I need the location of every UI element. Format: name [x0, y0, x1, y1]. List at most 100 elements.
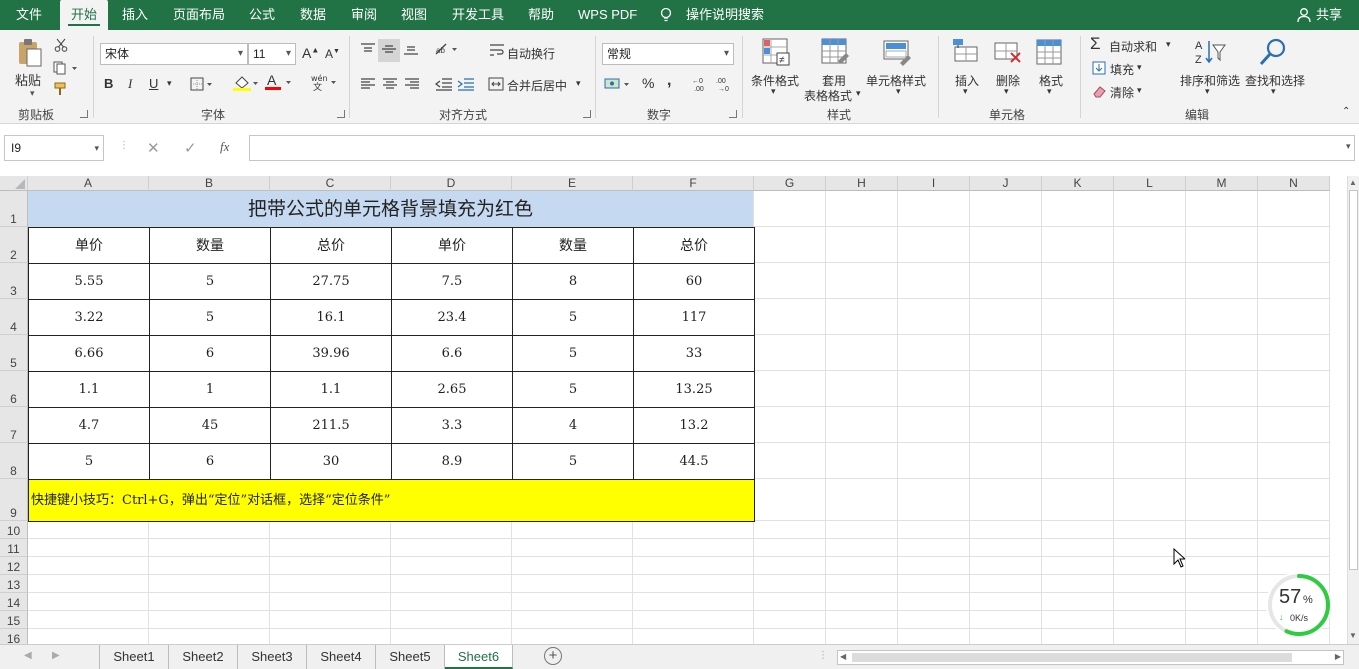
grid-cell[interactable] [826, 227, 898, 263]
table-cell[interactable]: 13.2 [633, 407, 755, 444]
table-cell[interactable]: 44.5 [633, 443, 755, 480]
underline-dropdown-icon[interactable]: ▾ [167, 78, 172, 89]
grid-cell[interactable] [898, 629, 970, 644]
grid-cell[interactable] [512, 539, 633, 557]
grid-cell[interactable] [898, 407, 970, 443]
grid-cell[interactable] [1258, 479, 1330, 521]
grid-cell[interactable] [754, 371, 826, 407]
format-dropdown-icon[interactable]: ▾ [1047, 86, 1052, 97]
menu-insert[interactable]: 插入 [122, 0, 148, 30]
tell-me-search[interactable]: 操作说明搜索 [686, 0, 764, 30]
grid-cell[interactable] [826, 263, 898, 299]
grid-cell[interactable] [754, 335, 826, 371]
row-header[interactable]: 3 [0, 263, 28, 299]
grid-cell[interactable] [826, 191, 898, 227]
grid-cell[interactable] [970, 407, 1042, 443]
merge-center-icon[interactable] [488, 77, 504, 94]
table-cell[interactable]: 39.96 [270, 335, 392, 372]
cond-format-dropdown-icon[interactable]: ▾ [771, 86, 776, 97]
grid-cell[interactable] [1186, 299, 1258, 335]
cell-styles-icon[interactable] [882, 37, 912, 70]
grid-cell[interactable] [1114, 479, 1186, 521]
column-header[interactable]: B [149, 176, 270, 191]
scroll-down-icon[interactable]: ▼ [1349, 631, 1357, 640]
table-cell[interactable]: 3.3 [391, 407, 513, 444]
align-top-icon[interactable] [360, 42, 376, 59]
clear-icon[interactable] [1092, 84, 1106, 101]
grid-cell[interactable] [1114, 629, 1186, 644]
format-as-table-dropdown-icon[interactable]: ▾ [856, 88, 861, 99]
grid-cell[interactable] [1042, 479, 1114, 521]
row-header[interactable]: 1 [0, 191, 28, 227]
grid-cell[interactable] [28, 593, 149, 611]
table-cell[interactable]: 6 [149, 335, 271, 372]
grid-cell[interactable] [898, 593, 970, 611]
grid-cell[interactable] [391, 575, 512, 593]
grid-cell[interactable] [970, 575, 1042, 593]
copy-icon[interactable] [53, 61, 77, 78]
grid-cell[interactable] [1258, 227, 1330, 263]
grid-cell[interactable] [754, 479, 826, 521]
grid-cell[interactable] [633, 629, 754, 644]
grid-cell[interactable] [1186, 521, 1258, 539]
grid-cell[interactable] [149, 593, 270, 611]
column-header[interactable]: M [1186, 176, 1258, 191]
collapse-ribbon-icon[interactable]: ⌃ [1342, 106, 1350, 117]
grid-cell[interactable] [826, 521, 898, 539]
table-cell[interactable]: 211.5 [270, 407, 392, 444]
grid-cell[interactable] [512, 521, 633, 539]
grid-cell[interactable] [898, 263, 970, 299]
cancel-icon[interactable]: ✕ [147, 139, 160, 157]
wrap-text-icon[interactable] [489, 43, 505, 60]
grid-cell[interactable] [1114, 593, 1186, 611]
grid-cell[interactable] [898, 611, 970, 629]
grid-cell[interactable] [633, 557, 754, 575]
grid-cell[interactable] [391, 539, 512, 557]
table-cell[interactable]: 5 [28, 443, 150, 480]
grid-cell[interactable] [898, 443, 970, 479]
grid-cell[interactable] [1186, 611, 1258, 629]
menu-page-layout[interactable]: 页面布局 [173, 0, 225, 30]
menu-formulas[interactable]: 公式 [249, 0, 275, 30]
grid-cell[interactable] [1114, 443, 1186, 479]
column-header[interactable]: C [270, 176, 391, 191]
grid-cell[interactable] [633, 611, 754, 629]
grid-cell[interactable] [391, 521, 512, 539]
borders-icon[interactable] [190, 77, 214, 94]
grid-cell[interactable] [1258, 299, 1330, 335]
grid-cell[interactable] [898, 479, 970, 521]
grid-cell[interactable] [1186, 629, 1258, 644]
alignment-launcher-icon[interactable] [583, 110, 591, 118]
table-cell[interactable]: 5 [512, 371, 634, 408]
row-header[interactable]: 9 [0, 479, 28, 521]
grid-cell[interactable] [149, 539, 270, 557]
grid-cell[interactable] [149, 575, 270, 593]
table-header-cell[interactable]: 单价 [391, 227, 513, 264]
cut-icon[interactable] [54, 38, 68, 55]
grid-cell[interactable] [754, 191, 826, 227]
grid-cell[interactable] [28, 629, 149, 644]
autosum-button[interactable]: 自动求和 [1109, 38, 1157, 55]
table-cell[interactable]: 30 [270, 443, 392, 480]
grid-cell[interactable] [1114, 191, 1186, 227]
font-size-combo[interactable]: 11 ▾ [248, 43, 296, 65]
grid-cell[interactable] [826, 593, 898, 611]
table-cell[interactable]: 1 [149, 371, 271, 408]
grid-cell[interactable] [754, 443, 826, 479]
fill-color-icon[interactable] [232, 74, 260, 95]
grid-cell[interactable] [1114, 407, 1186, 443]
grid-cell[interactable] [826, 629, 898, 644]
table-header-cell[interactable]: 总价 [270, 227, 392, 264]
grid-cell[interactable] [1258, 521, 1330, 539]
delete-cells-icon[interactable] [993, 37, 1023, 70]
row-header[interactable]: 11 [0, 539, 28, 557]
grid-cell[interactable] [754, 539, 826, 557]
grid-cell[interactable] [1186, 227, 1258, 263]
grid-cell[interactable] [28, 611, 149, 629]
grid-cell[interactable] [1114, 335, 1186, 371]
row-header[interactable]: 15 [0, 611, 28, 629]
scroll-left-icon[interactable]: ◀ [840, 652, 846, 661]
column-header[interactable]: D [391, 176, 512, 191]
grid-cell[interactable] [1114, 371, 1186, 407]
column-header[interactable]: L [1114, 176, 1186, 191]
